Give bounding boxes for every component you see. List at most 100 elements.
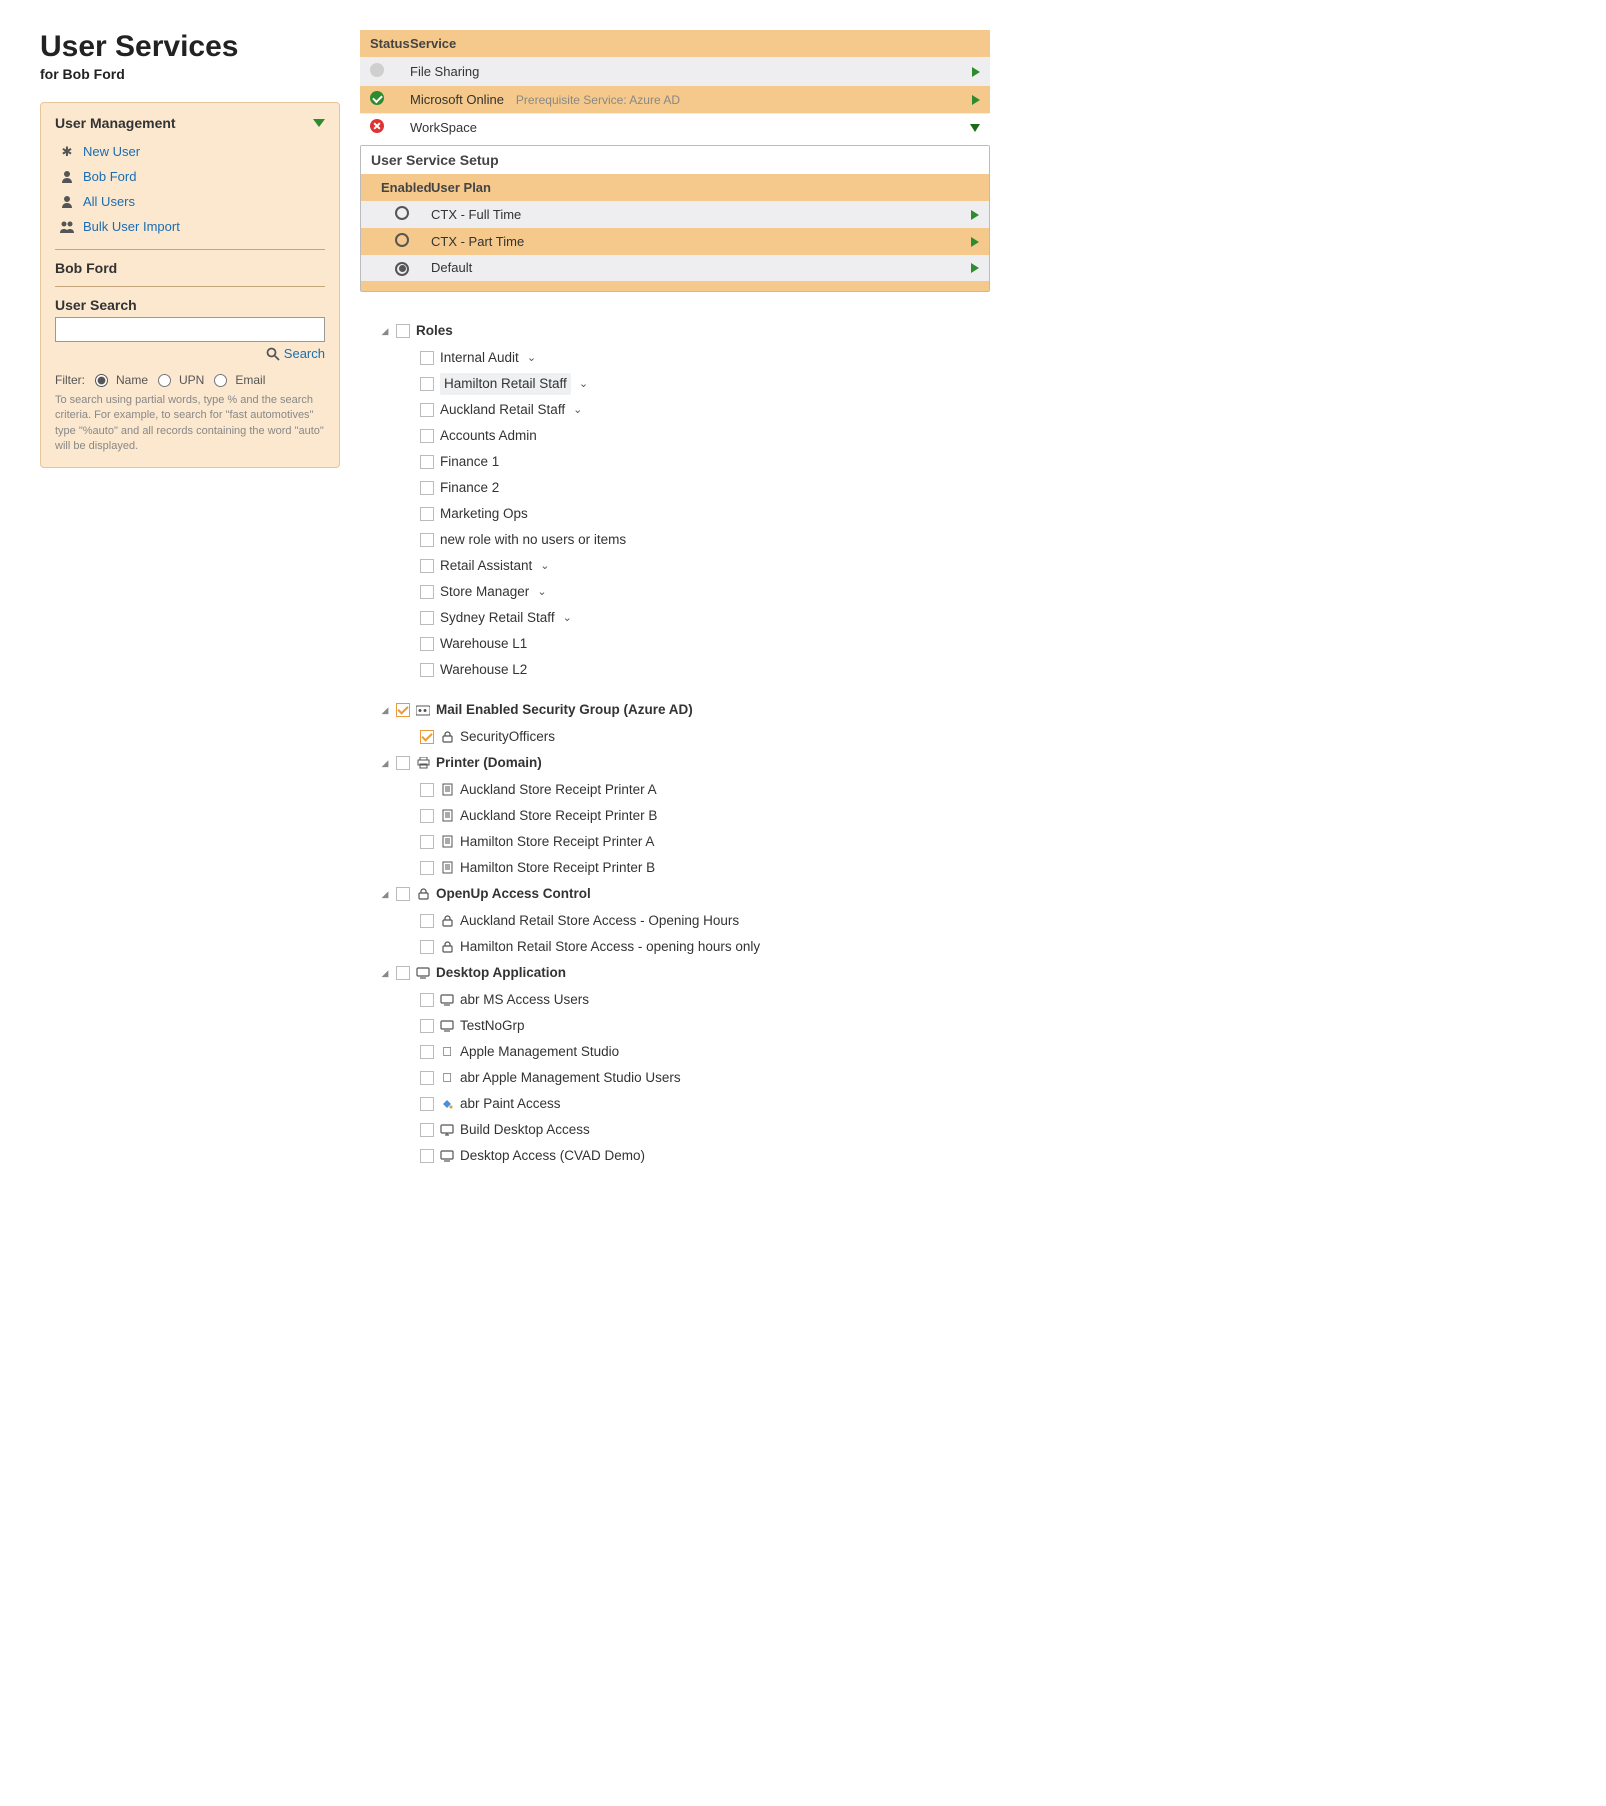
checkbox[interactable] xyxy=(420,809,434,823)
checkbox[interactable] xyxy=(420,481,434,495)
checkbox[interactable] xyxy=(396,887,410,901)
tree-roles[interactable]: Roles xyxy=(380,318,970,345)
tree-item[interactable]: Hamilton Store Receipt Printer B xyxy=(420,855,970,881)
checkbox[interactable] xyxy=(420,730,434,744)
filter-name-radio[interactable] xyxy=(95,374,108,387)
checkbox[interactable] xyxy=(420,663,434,677)
checkbox[interactable] xyxy=(420,914,434,928)
tree-item[interactable]: Hamilton Retail Store Access - opening h… xyxy=(420,934,970,960)
checkbox[interactable] xyxy=(420,455,434,469)
tree-item[interactable]: abr MS Access Users xyxy=(420,987,970,1013)
tree-item[interactable]: Sydney Retail Staff⌄ xyxy=(420,605,970,631)
tree-item[interactable]: Hamilton Retail Staff⌄ xyxy=(420,371,970,397)
caret-icon[interactable] xyxy=(380,699,390,722)
play-icon[interactable] xyxy=(971,263,979,273)
tree-mesg[interactable]: Mail Enabled Security Group (Azure AD) xyxy=(380,697,970,724)
tree-item[interactable]: Build Desktop Access xyxy=(420,1117,970,1143)
collapse-icon[interactable] xyxy=(313,119,325,127)
checkbox[interactable] xyxy=(420,1071,434,1085)
play-icon[interactable] xyxy=(971,237,979,247)
service-row-workspace[interactable]: WorkSpace xyxy=(360,113,990,141)
tree-desktop[interactable]: Desktop Application xyxy=(380,960,970,987)
checkbox[interactable] xyxy=(420,507,434,521)
checkbox[interactable] xyxy=(396,324,410,338)
tree-item[interactable]: Auckland Store Receipt Printer A xyxy=(420,777,970,803)
nav-new-user[interactable]: ✱ New User xyxy=(55,139,325,164)
tree-item[interactable]: Finance 2 xyxy=(420,475,970,501)
tree-item[interactable]: TestNoGrp xyxy=(420,1013,970,1039)
nav-bulk-import[interactable]: Bulk User Import xyxy=(55,214,325,239)
service-row-msonline[interactable]: Microsoft Online Prerequisite Service: A… xyxy=(360,85,990,113)
checkbox[interactable] xyxy=(420,637,434,651)
checkbox[interactable] xyxy=(420,940,434,954)
checkbox[interactable] xyxy=(396,703,410,717)
caret-icon[interactable] xyxy=(380,962,390,985)
chevron-down-icon[interactable]: ⌄ xyxy=(540,555,549,577)
chevron-down-icon[interactable]: ⌄ xyxy=(563,607,572,629)
checkbox[interactable] xyxy=(420,1097,434,1111)
checkbox[interactable] xyxy=(420,429,434,443)
checkbox[interactable] xyxy=(420,351,434,365)
tree-item[interactable]: abr Paint Access xyxy=(420,1091,970,1117)
nav-bob-ford[interactable]: Bob Ford xyxy=(55,164,325,189)
checkbox[interactable] xyxy=(420,559,434,573)
checkbox[interactable] xyxy=(420,377,434,391)
tree-item[interactable]: Accounts Admin xyxy=(420,423,970,449)
tree-item[interactable]: Warehouse L2 xyxy=(420,657,970,683)
tree-item[interactable]: Auckland Store Receipt Printer B xyxy=(420,803,970,829)
checkbox[interactable] xyxy=(420,403,434,417)
tree-item[interactable]: abr Apple Management Studio Users xyxy=(420,1065,970,1091)
tree-item[interactable]: Warehouse L1 xyxy=(420,631,970,657)
play-icon[interactable] xyxy=(972,67,980,77)
tree-item[interactable]: Hamilton Store Receipt Printer A xyxy=(420,829,970,855)
tree-item[interactable]: Finance 1 xyxy=(420,449,970,475)
checkbox[interactable] xyxy=(420,1045,434,1059)
tree-item[interactable]: Desktop Access (CVAD Demo) xyxy=(420,1143,970,1169)
tree-item[interactable]: Marketing Ops xyxy=(420,501,970,527)
tree-access[interactable]: OpenUp Access Control xyxy=(380,881,970,908)
checkbox[interactable] xyxy=(420,861,434,875)
checkbox[interactable] xyxy=(420,585,434,599)
plan-row-parttime[interactable]: CTX - Part Time xyxy=(361,228,989,255)
checkbox[interactable] xyxy=(420,1149,434,1163)
plan-radio[interactable] xyxy=(395,262,409,276)
chevron-down-icon[interactable]: ⌄ xyxy=(537,581,546,603)
chevron-down-icon[interactable]: ⌄ xyxy=(573,399,582,421)
filter-email-radio[interactable] xyxy=(214,374,227,387)
plan-row-default[interactable]: Default xyxy=(361,255,989,281)
tree-item[interactable]: SecurityOfficers xyxy=(420,724,970,750)
tree-item[interactable]: Apple Management Studio xyxy=(420,1039,970,1065)
checkbox[interactable] xyxy=(420,1019,434,1033)
play-icon[interactable] xyxy=(972,95,980,105)
plan-radio[interactable] xyxy=(395,206,409,220)
search-button[interactable]: Search xyxy=(55,346,325,361)
plan-radio[interactable] xyxy=(395,233,409,247)
checkbox[interactable] xyxy=(396,966,410,980)
tree-item[interactable]: Internal Audit⌄ xyxy=(420,345,970,371)
service-row-filesharing[interactable]: File Sharing xyxy=(360,57,990,85)
checkbox[interactable] xyxy=(420,611,434,625)
caret-icon[interactable] xyxy=(380,752,390,775)
checkbox[interactable] xyxy=(420,783,434,797)
checkbox[interactable] xyxy=(420,835,434,849)
checkbox[interactable] xyxy=(420,993,434,1007)
search-input[interactable] xyxy=(55,317,325,342)
checkbox[interactable] xyxy=(420,533,434,547)
caret-icon[interactable] xyxy=(380,320,390,343)
expand-icon[interactable] xyxy=(970,124,980,132)
filter-upn-radio[interactable] xyxy=(158,374,171,387)
checkbox[interactable] xyxy=(420,1123,434,1137)
chevron-down-icon[interactable]: ⌄ xyxy=(579,373,588,395)
tree-item[interactable]: Store Manager⌄ xyxy=(420,579,970,605)
caret-icon[interactable] xyxy=(380,883,390,906)
tree-item[interactable]: Retail Assistant⌄ xyxy=(420,553,970,579)
nav-all-users[interactable]: All Users xyxy=(55,189,325,214)
tree-item[interactable]: Auckland Retail Staff⌄ xyxy=(420,397,970,423)
tree-printer[interactable]: Printer (Domain) xyxy=(380,750,970,777)
tree-item[interactable]: Auckland Retail Store Access - Opening H… xyxy=(420,908,970,934)
play-icon[interactable] xyxy=(971,210,979,220)
plan-row-fulltime[interactable]: CTX - Full Time xyxy=(361,201,989,228)
chevron-down-icon[interactable]: ⌄ xyxy=(527,347,536,369)
tree-item[interactable]: new role with no users or items xyxy=(420,527,970,553)
checkbox[interactable] xyxy=(396,756,410,770)
